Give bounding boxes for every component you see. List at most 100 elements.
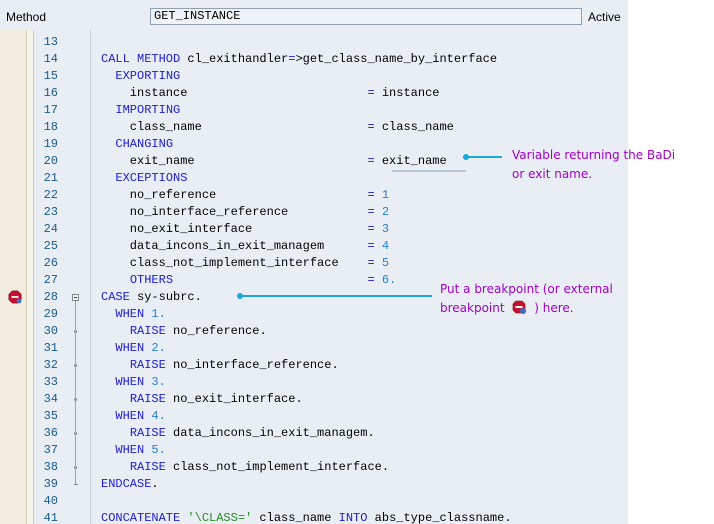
line-number: 30 [43, 324, 58, 338]
line-number: 41 [43, 511, 58, 524]
code-line[interactable]: 34 RAISE no_exit_interface. [0, 391, 628, 408]
code-text: WHEN 5. [115, 443, 166, 457]
code-line[interactable]: 36 RAISE data_incons_in_exit_managem. [0, 425, 628, 442]
line-number: 13 [43, 35, 58, 49]
line-number: 15 [43, 69, 58, 83]
code-line[interactable]: 33 WHEN 3. [0, 374, 628, 391]
code-line[interactable]: 39 ENDCASE. [0, 476, 628, 493]
code-line[interactable]: 25 data_incons_in_exit_managem = 4 [0, 238, 628, 255]
exit-name-pointer-dot [463, 154, 469, 160]
code-line[interactable]: 35 WHEN 4. [0, 408, 628, 425]
line-number: 25 [43, 239, 58, 253]
code-line[interactable]: 26 class_not_implement_interface = 5 [0, 255, 628, 272]
line-number: 27 [43, 273, 58, 287]
code-line[interactable]: 18 class_name = class_name [0, 119, 628, 136]
code-line[interactable]: 13 [0, 34, 628, 51]
code-text: RAISE data_incons_in_exit_managem. [129, 426, 375, 440]
external-breakpoint-icon [511, 299, 528, 315]
line-number: 21 [43, 171, 58, 185]
line-number: 24 [43, 222, 58, 236]
status-label: Active [588, 10, 621, 24]
code-text: EXPORTING [115, 69, 181, 83]
code-line[interactable]: 17 IMPORTING [0, 102, 628, 119]
code-text: CONCATENATE '\CLASS=' class_name INTO ab… [101, 511, 512, 524]
line-number: 38 [43, 460, 58, 474]
code-line[interactable]: 31 WHEN 2. [0, 340, 628, 357]
line-number: 36 [43, 426, 58, 440]
code-text: IMPORTING [115, 103, 181, 117]
code-editor[interactable]: 13 14 CALL METHOD cl_exithandler=>get_clas… [0, 30, 628, 524]
code-text: RAISE no_exit_interface. [129, 392, 303, 406]
fold-toggle-icon[interactable] [72, 294, 79, 301]
fold-end-icon [74, 484, 78, 485]
line-number: 28 [43, 290, 58, 304]
exit-name-annotation: Variable returning the BaDi or exit name… [512, 146, 675, 184]
code-text: no_reference = 1 [101, 188, 390, 202]
method-label: Method [6, 10, 47, 24]
breakpoint-annotation-text-a: breakpoint [440, 301, 505, 315]
code-line[interactable]: 30 RAISE no_reference. [0, 323, 628, 340]
method-name-field[interactable]: GET_INSTANCE [150, 8, 582, 25]
code-text: CHANGING [115, 137, 174, 151]
code-text: EXCEPTIONS [115, 171, 188, 185]
method-header: Method GET_INSTANCE Active [0, 0, 628, 31]
line-number: 17 [43, 103, 58, 117]
line-number: 20 [43, 154, 58, 168]
breakpoint-pointer-line [240, 295, 432, 297]
line-number: 32 [43, 358, 58, 372]
code-text: no_interface_reference = 2 [101, 205, 390, 219]
code-line[interactable]: 37 WHEN 5. [0, 442, 628, 459]
breakpoint-icon[interactable] [8, 290, 22, 304]
line-number: 16 [43, 86, 58, 100]
code-line[interactable]: 23 no_interface_reference = 2 [0, 204, 628, 221]
line-number: 18 [43, 120, 58, 134]
code-text: class_not_implement_interface = 5 [101, 256, 390, 270]
code-text: RAISE no_interface_reference. [129, 358, 339, 372]
code-text: WHEN 3. [115, 375, 166, 389]
breakpoint-annotation: Put a breakpoint (or external breakpoint… [440, 280, 613, 318]
code-line[interactable]: 14 CALL METHOD cl_exithandler=>get_class_… [0, 51, 628, 68]
code-line[interactable]: 22 no_reference = 1 [0, 187, 628, 204]
line-number: 35 [43, 409, 58, 423]
exit-name-underline [392, 170, 466, 172]
code-text: CALL METHOD cl_exithandler=>get_class_na… [101, 52, 498, 66]
code-text: RAISE class_not_implement_interface. [129, 460, 390, 474]
breakpoint-pointer-dot [237, 293, 243, 299]
line-number: 23 [43, 205, 58, 219]
breakpoint-annotation-line-2: breakpoint ) here. [440, 299, 613, 318]
line-number: 14 [43, 52, 58, 66]
fold-guide-line [75, 301, 76, 484]
line-number: 29 [43, 307, 58, 321]
code-line[interactable]: 40 [0, 493, 628, 510]
line-number: 34 [43, 392, 58, 406]
code-line[interactable]: 15 EXPORTING [0, 68, 628, 85]
code-line[interactable]: 16 instance = instance [0, 85, 628, 102]
code-line[interactable]: 38 RAISE class_not_implement_interface. [0, 459, 628, 476]
code-text: WHEN 4. [115, 409, 166, 423]
line-number: 40 [43, 494, 58, 508]
code-text: OTHERS = 6. [129, 273, 397, 287]
code-line[interactable]: 24 no_exit_interface = 3 [0, 221, 628, 238]
breakpoint-annotation-text-b: ) here. [534, 301, 574, 315]
line-number: 31 [43, 341, 58, 355]
exit-name-pointer-line [466, 156, 502, 158]
line-number: 33 [43, 375, 58, 389]
code-text: WHEN 2. [115, 341, 166, 355]
line-number: 22 [43, 188, 58, 202]
code-line[interactable]: 41 CONCATENATE '\CLASS=' class_name INTO … [0, 510, 628, 524]
line-number: 39 [43, 477, 58, 491]
exit-name-annotation-line-2: or exit name. [512, 167, 593, 181]
code-text: exit_name = exit_name [101, 154, 447, 168]
line-number: 26 [43, 256, 58, 270]
code-text: no_exit_interface = 3 [101, 222, 390, 236]
code-text: WHEN 1. [115, 307, 166, 321]
code-text: ENDCASE. [101, 477, 159, 491]
code-text: instance = instance [101, 86, 440, 100]
code-text: class_name = class_name [101, 120, 454, 134]
code-text: CASE sy-subrc. [101, 290, 202, 304]
code-line[interactable]: 32 RAISE no_interface_reference. [0, 357, 628, 374]
code-text: data_incons_in_exit_managem = 4 [101, 239, 390, 253]
line-number: 37 [43, 443, 58, 457]
breakpoint-annotation-line-1: Put a breakpoint (or external [440, 282, 613, 296]
line-number: 19 [43, 137, 58, 151]
